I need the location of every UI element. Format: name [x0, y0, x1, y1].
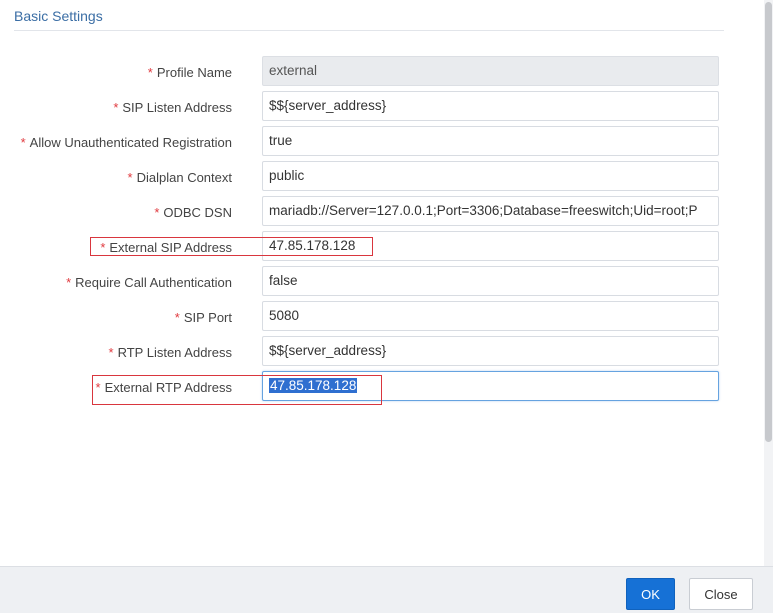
close-button[interactable]: Close — [689, 578, 753, 610]
form-row-sip-port: * SIP Port 5080 — [0, 301, 773, 331]
scrollbar-thumb[interactable] — [765, 2, 772, 442]
form-row-sip-listen-address: * SIP Listen Address $${server_address} — [0, 91, 773, 121]
sip-port-field[interactable]: 5080 — [262, 301, 719, 331]
rtp-listen-address-label: * RTP Listen Address — [108, 345, 232, 360]
profile-name-label: * Profile Name — [147, 65, 232, 80]
dialplan-context-label: * Dialplan Context — [127, 170, 232, 185]
form-row-allow-unauthenticated-registration: * Allow Unauthenticated Registration true — [0, 126, 773, 156]
form-row-require-call-authentication: * Require Call Authentication false — [0, 266, 773, 296]
form-row-rtp-listen-address: * RTP Listen Address $${server_address} — [0, 336, 773, 366]
dialplan-context-field[interactable]: public — [262, 161, 719, 191]
ok-button[interactable]: OK — [626, 578, 675, 610]
sip-listen-address-field[interactable]: $${server_address} — [262, 91, 719, 121]
required-marker: * — [100, 240, 106, 255]
allow-unauthenticated-registration-label: * Allow Unauthenticated Registration — [20, 135, 232, 150]
section-divider — [14, 30, 724, 31]
form-row-profile-name: * Profile Name external — [0, 56, 773, 86]
dialog-footer: OK Close — [0, 566, 773, 613]
required-marker: * — [66, 275, 72, 290]
require-call-authentication-field[interactable]: false — [262, 266, 719, 296]
profile-name-field[interactable]: external — [262, 56, 719, 86]
external-sip-address-label: * External SIP Address — [100, 240, 232, 255]
sip-listen-address-label: * SIP Listen Address — [113, 100, 232, 115]
external-rtp-address-field[interactable]: 47.85.178.128 — [262, 371, 719, 401]
odbc-dsn-label: * ODBC DSN — [154, 205, 232, 220]
external-rtp-address-label: * External RTP Address — [95, 380, 232, 395]
selected-text: 47.85.178.128 — [269, 378, 358, 393]
required-marker: * — [174, 310, 180, 325]
require-call-authentication-label: * Require Call Authentication — [66, 275, 232, 290]
allow-unauthenticated-registration-field[interactable]: true — [262, 126, 719, 156]
form-row-external-sip-address: * External SIP Address 47.85.178.128 — [0, 231, 773, 261]
required-marker: * — [95, 380, 101, 395]
required-marker: * — [127, 170, 133, 185]
required-marker: * — [113, 100, 119, 115]
form-row-dialplan-context: * Dialplan Context public — [0, 161, 773, 191]
required-marker: * — [108, 345, 114, 360]
required-marker: * — [20, 135, 26, 150]
form-row-external-rtp-address: * External RTP Address 47.85.178.128 — [0, 371, 773, 401]
rtp-listen-address-field[interactable]: $${server_address} — [262, 336, 719, 366]
required-marker: * — [147, 65, 153, 80]
odbc-dsn-field[interactable]: mariadb://Server=127.0.0.1;Port=3306;Dat… — [262, 196, 719, 226]
required-marker: * — [154, 205, 160, 220]
external-sip-address-field[interactable]: 47.85.178.128 — [262, 231, 719, 261]
form-row-odbc-dsn: * ODBC DSN mariadb://Server=127.0.0.1;Por… — [0, 196, 773, 226]
sip-port-label: * SIP Port — [174, 310, 232, 325]
section-title: Basic Settings — [14, 8, 103, 24]
